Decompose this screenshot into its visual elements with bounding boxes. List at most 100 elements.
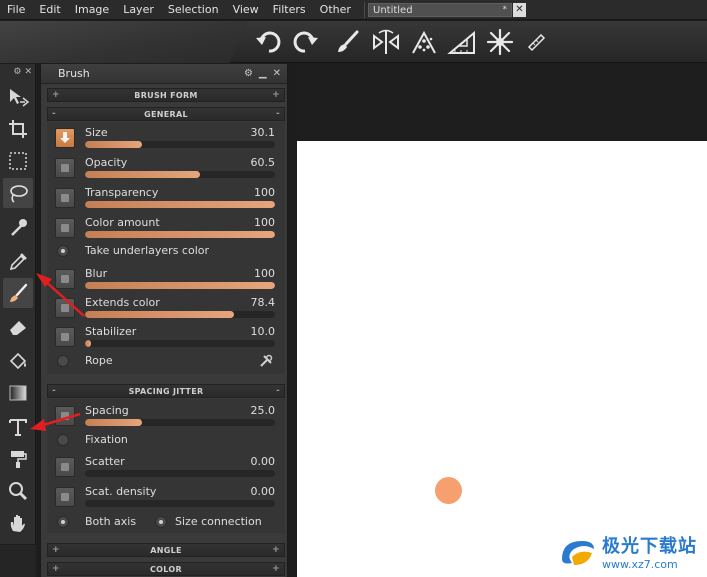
- opacity-slider-row[interactable]: Opacity 60.5: [53, 154, 277, 182]
- section-brush-form[interactable]: + BRUSH FORM +: [47, 88, 285, 102]
- spacing-pressure-toggle[interactable]: [55, 406, 75, 426]
- redo-icon[interactable]: [289, 27, 321, 57]
- scat-density-slider-track[interactable]: [85, 500, 275, 507]
- close-icon[interactable]: ✕: [24, 67, 32, 77]
- zoom-tool[interactable]: [3, 476, 33, 506]
- document-tab[interactable]: Untitled *: [368, 3, 512, 17]
- menu-layer[interactable]: Layer: [116, 0, 161, 20]
- fill-tool[interactable]: [3, 346, 33, 376]
- eraser-tool[interactable]: [3, 312, 33, 342]
- slider-value: 78.4: [250, 296, 276, 309]
- move-tool[interactable]: [3, 82, 33, 112]
- rope-option[interactable]: Rope: [53, 352, 277, 370]
- size-connection-radio[interactable]: [155, 516, 167, 528]
- opacity-slider-track[interactable]: [85, 171, 275, 178]
- both-axis-radio[interactable]: [57, 516, 69, 528]
- stabilizer-slider-row[interactable]: Stabilizer 10.0: [53, 323, 277, 351]
- wrench-icon[interactable]: [259, 354, 273, 368]
- magic-wand-icon: [11, 219, 27, 236]
- color-amount-pressure-toggle[interactable]: [55, 218, 75, 238]
- roller-tool[interactable]: [3, 444, 33, 474]
- menu-filters[interactable]: Filters: [266, 0, 313, 20]
- gear-icon[interactable]: ⚙: [244, 68, 253, 79]
- slider-fill: [85, 141, 142, 148]
- minimize-icon[interactable]: ▁: [259, 68, 267, 79]
- snowflake-pattern-icon[interactable]: [484, 27, 516, 57]
- crop-tool[interactable]: [3, 114, 33, 144]
- section-title: ANGLE: [150, 545, 182, 555]
- size-pressure-toggle[interactable]: [55, 128, 75, 148]
- symmetry-icon[interactable]: [370, 27, 402, 57]
- stabilizer-pressure-toggle[interactable]: [55, 327, 75, 347]
- fixation-option[interactable]: Fixation: [53, 431, 277, 449]
- menu-file[interactable]: File: [0, 0, 32, 20]
- expand-icon: +: [52, 90, 60, 100]
- drawing-canvas[interactable]: 极光下载站 www.xz7.com: [297, 141, 707, 577]
- transparency-slider-row[interactable]: Transparency 100: [53, 184, 277, 212]
- section-color[interactable]: + COLOR +: [47, 562, 285, 576]
- brush-icon[interactable]: [332, 27, 364, 57]
- gradient-tool[interactable]: [3, 378, 33, 408]
- scatter-slider-track[interactable]: [85, 470, 275, 477]
- color-amount-slider-row[interactable]: Color amount 100: [53, 214, 277, 242]
- close-icon[interactable]: ✕: [273, 68, 281, 79]
- collapse-icon: -: [52, 386, 57, 396]
- scatter-pressure-toggle[interactable]: [55, 457, 75, 477]
- transparency-pressure-toggle[interactable]: [55, 188, 75, 208]
- take-underlayers-radio[interactable]: [57, 245, 69, 257]
- scatter-slider-row[interactable]: Scatter 0.00: [53, 453, 277, 481]
- menu-view[interactable]: View: [226, 0, 266, 20]
- rope-radio[interactable]: [57, 355, 69, 367]
- magic-wand-tool[interactable]: [3, 212, 33, 242]
- size-slider-track[interactable]: [85, 141, 275, 148]
- section-general[interactable]: - GENERAL -: [47, 107, 285, 121]
- section-angle[interactable]: + ANGLE +: [47, 543, 285, 557]
- document-close-button[interactable]: ✕: [513, 3, 526, 17]
- extends-color-pressure-toggle[interactable]: [55, 298, 75, 318]
- section-title: SPACING JITTER: [128, 386, 204, 396]
- fill-icon: [9, 352, 27, 370]
- section-spacing-jitter[interactable]: - SPACING JITTER -: [47, 384, 285, 398]
- lasso-tool[interactable]: [3, 178, 33, 208]
- slider-value: 0.00: [250, 485, 276, 498]
- brush-tool[interactable]: [3, 278, 33, 308]
- tool-panel: ⚙ ✕: [0, 64, 36, 544]
- blur-slider-track[interactable]: [85, 282, 275, 289]
- menu-edit[interactable]: Edit: [32, 0, 67, 20]
- text-tool[interactable]: [3, 412, 33, 442]
- fixation-radio[interactable]: [57, 434, 69, 446]
- size-connection-option[interactable]: Size connection: [151, 513, 281, 531]
- extends-color-slider-track[interactable]: [85, 311, 275, 318]
- hand-icon: [10, 515, 25, 532]
- eyedropper-tool[interactable]: [3, 246, 33, 276]
- slider-fill: [85, 231, 275, 238]
- slider-label: Scatter: [85, 455, 125, 468]
- ruler-icon[interactable]: [520, 27, 552, 57]
- watermark-url: www.xz7.com: [602, 558, 678, 571]
- ruler-triangle-icon[interactable]: [446, 27, 478, 57]
- undo-icon[interactable]: [253, 27, 285, 57]
- size-slider-row[interactable]: Size 30.1: [53, 124, 277, 152]
- transparency-slider-track[interactable]: [85, 201, 275, 208]
- color-amount-slider-track[interactable]: [85, 231, 275, 238]
- particles-icon[interactable]: [408, 27, 440, 57]
- menu-image[interactable]: Image: [68, 0, 116, 20]
- take-underlayers-option[interactable]: Take underlayers color: [53, 242, 277, 260]
- slider-value: 30.1: [250, 126, 276, 139]
- opacity-pressure-toggle[interactable]: [55, 158, 75, 178]
- stabilizer-slider-track[interactable]: [85, 340, 275, 347]
- spacing-slider-track[interactable]: [85, 419, 275, 426]
- document-tab-title: Untitled: [373, 4, 413, 16]
- spacing-slider-row[interactable]: Spacing 25.0: [53, 402, 277, 430]
- scat-density-slider-row[interactable]: Scat. density 0.00: [53, 483, 277, 511]
- menu-selection[interactable]: Selection: [161, 0, 226, 20]
- section-title: BRUSH FORM: [134, 90, 198, 100]
- scat-density-pressure-toggle[interactable]: [55, 487, 75, 507]
- gear-icon[interactable]: ⚙: [13, 67, 21, 77]
- rect-select-tool[interactable]: [3, 146, 33, 176]
- hand-tool[interactable]: [3, 508, 33, 538]
- blur-pressure-toggle[interactable]: [55, 269, 75, 289]
- menu-other[interactable]: Other: [313, 0, 358, 20]
- extends-color-slider-row[interactable]: Extends color 78.4: [53, 294, 277, 322]
- blur-slider-row[interactable]: Blur 100: [53, 265, 277, 293]
